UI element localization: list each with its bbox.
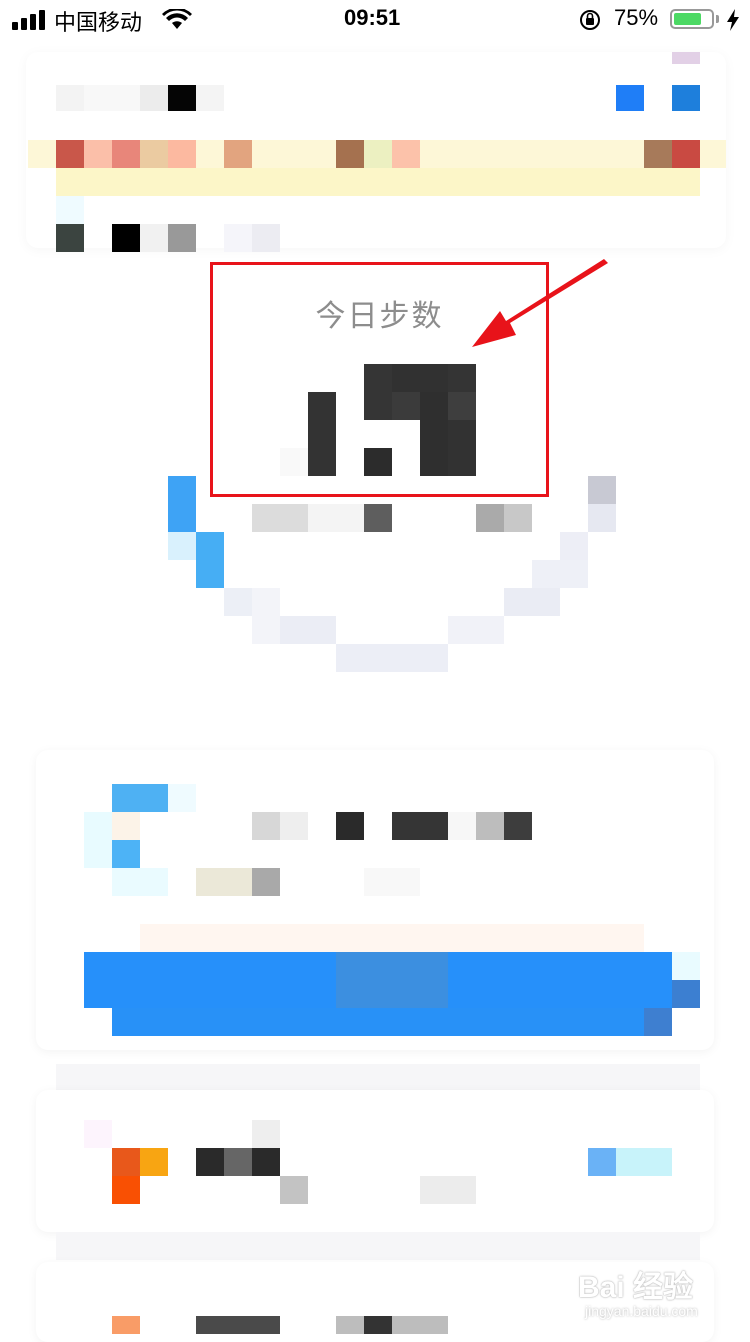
pixel-block xyxy=(252,504,308,532)
app-icon xyxy=(112,1148,140,1176)
clock: 09:51 xyxy=(344,5,401,30)
step-ring-segment xyxy=(280,616,336,644)
rotation-lock-icon xyxy=(580,10,600,30)
action-button-shadow xyxy=(112,1008,672,1036)
step-ring-segment xyxy=(560,532,588,560)
pixel-block xyxy=(112,840,140,868)
pixel-block xyxy=(672,140,700,168)
pixel-block xyxy=(168,140,196,168)
pixel-block xyxy=(168,784,196,812)
pixel-block xyxy=(672,85,700,111)
step-ring-segment xyxy=(252,588,280,644)
pixel-block xyxy=(56,224,84,252)
pixel-block xyxy=(644,140,672,168)
pixel-block xyxy=(364,868,420,896)
pixel-block xyxy=(588,1148,616,1176)
pixel-block xyxy=(112,224,140,252)
annotation-arrow-icon xyxy=(472,259,608,347)
pixel-block xyxy=(84,812,112,868)
pixel-block xyxy=(616,85,644,111)
pixel-block xyxy=(392,140,420,168)
pixel-block xyxy=(364,504,392,532)
charging-icon xyxy=(727,9,739,31)
pixel-block xyxy=(112,812,140,840)
pixel-block xyxy=(224,140,252,168)
card-separator xyxy=(56,1064,700,1092)
pixel-block xyxy=(364,140,392,168)
banner-strip xyxy=(56,168,700,196)
step-ring-segment xyxy=(588,476,616,504)
pixel-block xyxy=(224,1148,252,1176)
pixel-block xyxy=(280,812,308,840)
battery-percent: 75% xyxy=(614,5,659,30)
step-ring-segment xyxy=(196,532,224,588)
pixel-block xyxy=(448,812,476,840)
pixel-block xyxy=(336,1316,448,1334)
pixel-block xyxy=(196,1316,280,1334)
action-button-label-block xyxy=(336,952,448,1008)
step-ring-segment xyxy=(224,588,252,616)
pixel-block xyxy=(252,1120,280,1148)
pixel-block xyxy=(112,784,168,812)
pixel-block xyxy=(84,1120,112,1148)
pixel-block xyxy=(252,224,280,252)
pixel-block xyxy=(616,1148,672,1176)
pixel-block xyxy=(140,85,168,111)
pixel-block xyxy=(84,140,112,168)
pixel-block xyxy=(476,812,504,840)
pixel-block xyxy=(504,812,532,840)
step-ring-segment xyxy=(168,476,196,532)
step-ring-segment xyxy=(588,504,616,532)
wifi-icon xyxy=(162,9,192,29)
step-ring-segment xyxy=(504,588,560,616)
pixel-block xyxy=(504,504,532,532)
status-bar: 中国移动 09:51 75% xyxy=(0,0,750,40)
pixel-block xyxy=(336,812,364,840)
pixel-block xyxy=(224,224,252,252)
pixel-block xyxy=(672,952,700,980)
pixel-block xyxy=(196,85,224,111)
step-ring-segment xyxy=(336,644,448,672)
card-separator xyxy=(56,1232,700,1260)
pixel-block xyxy=(392,812,448,840)
pixel-block xyxy=(280,1176,308,1204)
step-ring-segment xyxy=(168,532,196,560)
pixel-block xyxy=(84,85,140,111)
pixel-block xyxy=(140,140,168,168)
pixel-block xyxy=(140,924,644,952)
watermark-brand: Bai 经验 xyxy=(578,1271,694,1304)
app-icon xyxy=(112,1176,140,1204)
pixel-block xyxy=(140,224,168,252)
pixel-block xyxy=(308,504,364,532)
step-ring-segment xyxy=(448,616,504,644)
pixel-block xyxy=(364,1316,392,1334)
pixel-block xyxy=(672,52,700,64)
carrier-label: 中国移动 xyxy=(54,10,143,35)
watermark-url: jingyan.baidu.com xyxy=(585,1303,698,1319)
pixel-block xyxy=(168,85,196,111)
step-ring-segment xyxy=(532,560,588,588)
pixel-block xyxy=(112,140,140,168)
pixel-block xyxy=(168,224,196,252)
battery-cap xyxy=(716,15,719,23)
pixel-block xyxy=(56,140,84,168)
app-icon xyxy=(140,1148,168,1176)
pixel-block xyxy=(252,868,280,896)
pixel-block xyxy=(476,504,504,532)
pixel-block xyxy=(56,196,84,224)
battery-icon xyxy=(670,9,714,29)
pixel-block xyxy=(196,868,252,896)
signal-icon xyxy=(12,10,48,30)
pixel-block xyxy=(252,812,280,840)
pixel-block xyxy=(336,140,364,168)
pixel-block xyxy=(420,1176,476,1204)
pixel-block xyxy=(644,1008,672,1036)
pixel-block xyxy=(56,85,84,111)
pixel-block xyxy=(672,980,700,1008)
pixel-block xyxy=(112,868,168,896)
app-icon xyxy=(112,1316,140,1334)
